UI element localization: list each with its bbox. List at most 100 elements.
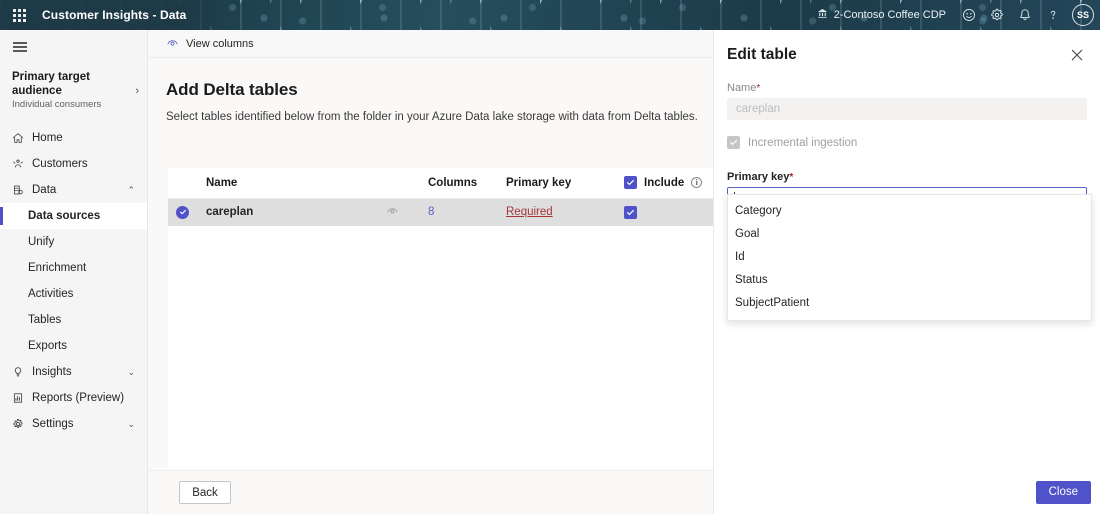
row-primary-key-cell: Required [506, 198, 624, 226]
database-icon [12, 184, 32, 196]
environment-icon [817, 8, 828, 22]
sidebar-item-insights[interactable]: Insights ⌄ [0, 359, 147, 385]
gear-icon [12, 418, 32, 430]
close-button[interactable]: Close [1035, 480, 1091, 504]
sidebar-nav: Home Customers Data ⌃ Data sources Unify [0, 125, 147, 437]
bell-icon[interactable] [1012, 2, 1038, 28]
row-primary-key-link[interactable]: Required [506, 206, 553, 218]
primary-key-label-text: Primary key [727, 171, 790, 183]
sidebar-item-label: Unify [28, 236, 55, 248]
sidebar-item-label: Home [32, 132, 63, 144]
row-include-cell [624, 198, 713, 226]
sidebar: Primary target audience Individual consu… [0, 30, 148, 514]
sidebar-item-enrichment[interactable]: Enrichment [0, 255, 147, 281]
view-columns-button[interactable]: View columns [166, 36, 254, 52]
sidebar-item-reports[interactable]: Reports (Preview) [0, 385, 147, 411]
incremental-ingestion-row: Incremental ingestion [727, 136, 1087, 149]
incremental-ingestion-label: Incremental ingestion [748, 136, 858, 149]
app-launcher-icon[interactable] [6, 0, 32, 30]
primary-key-option[interactable]: Status [728, 268, 1091, 291]
primary-key-label: Primary key* [727, 171, 1087, 183]
row-preview-cell [386, 198, 428, 226]
environment-picker[interactable]: 2-Contoso Coffee CDP [809, 2, 954, 28]
sidebar-item-label: Settings [32, 418, 74, 430]
page-header: Add Delta tables Select tables identifie… [148, 58, 713, 123]
row-name: careplan [206, 206, 254, 219]
people-icon [12, 158, 32, 170]
tables-card: Name Columns Primary key Include i carep… [168, 168, 713, 470]
sidebar-item-label: Enrichment [28, 262, 87, 274]
chevron-up-icon: ⌃ [127, 184, 135, 195]
primary-key-field: Primary key* Category Goal Id Status Sub… [727, 171, 1092, 321]
report-icon [12, 392, 32, 404]
chevron-down-icon: ⌄ [127, 418, 135, 429]
name-field-label: Name* [727, 82, 1087, 94]
header-primary-key[interactable]: Primary key [506, 168, 624, 199]
table-row[interactable]: careplan 8 Required [168, 198, 713, 226]
smiley-feedback-icon[interactable] [956, 2, 982, 28]
audience-subtitle: Individual consumers [12, 99, 102, 110]
sidebar-item-label: Data [32, 184, 57, 196]
header-columns[interactable]: Columns [428, 168, 506, 199]
row-selected-radio[interactable] [176, 205, 189, 219]
sidebar-item-label: Customers [32, 158, 88, 170]
grid-header: Name Columns Primary key Include i [168, 168, 713, 199]
question-mark-icon[interactable] [1040, 2, 1066, 28]
banner-left-group: Customer Insights - Data [0, 0, 233, 30]
sidebar-item-label: Exports [28, 340, 67, 352]
sidebar-item-customers[interactable]: Customers [0, 151, 147, 177]
include-header-group: Include i [624, 176, 713, 190]
lightbulb-icon [12, 366, 32, 378]
hamburger-menu-icon[interactable] [0, 30, 40, 64]
eye-icon [166, 36, 179, 52]
panel-header: Edit table [714, 30, 1100, 64]
app-root: Customer Insights - Data 2-Contoso Coffe… [0, 0, 1100, 514]
eye-icon[interactable] [386, 208, 399, 220]
sidebar-item-exports[interactable]: Exports [0, 333, 147, 359]
view-columns-label: View columns [186, 37, 254, 50]
primary-key-option[interactable]: SubjectPatient [728, 291, 1091, 314]
delta-tables-grid: Name Columns Primary key Include i carep… [168, 168, 713, 226]
panel-footer: Close [714, 470, 1100, 514]
header-preview-cell [386, 168, 428, 199]
sidebar-item-home[interactable]: Home [0, 125, 147, 151]
page-subtitle: Select tables identified below from the … [166, 111, 698, 123]
sidebar-item-settings[interactable]: Settings ⌄ [0, 411, 147, 437]
primary-key-option[interactable]: Category [728, 199, 1091, 222]
name-required-asterisk: * [756, 83, 761, 94]
info-icon[interactable]: i [691, 177, 703, 189]
include-select-all-checkbox[interactable] [624, 176, 637, 190]
header-name[interactable]: Name [206, 168, 386, 199]
close-icon[interactable] [1068, 46, 1086, 64]
chevron-right-icon: › [135, 84, 139, 97]
sidebar-item-unify[interactable]: Unify [0, 229, 147, 255]
back-button[interactable]: Back [179, 481, 231, 504]
sidebar-item-data[interactable]: Data ⌃ [0, 177, 147, 203]
app-title: Customer Insights - Data [42, 8, 187, 22]
top-banner: Customer Insights - Data 2-Contoso Coffe… [0, 0, 1100, 30]
row-include-checkbox[interactable] [624, 205, 637, 219]
sidebar-item-data-sources[interactable]: Data sources [0, 203, 147, 229]
sidebar-item-tables[interactable]: Tables [0, 307, 147, 333]
sidebar-item-activities[interactable]: Activities [0, 281, 147, 307]
primary-key-option[interactable]: Id [728, 245, 1091, 268]
banner-right-group: 2-Contoso Coffee CDP SS [809, 0, 1094, 30]
row-columns-link[interactable]: 8 [428, 206, 434, 218]
include-header-label: Include [644, 176, 685, 189]
name-label-text: Name [727, 82, 757, 94]
avatar[interactable]: SS [1072, 4, 1094, 26]
main-content: View columns Add Delta tables Select tab… [148, 30, 713, 514]
gear-icon[interactable] [984, 2, 1010, 28]
audience-title: Primary target audience [12, 71, 90, 97]
primary-key-listbox[interactable]: Category Goal Id Status SubjectPatient [727, 194, 1092, 321]
sidebar-item-label: Activities [28, 288, 74, 300]
page-title: Add Delta tables [166, 80, 298, 99]
grid-body: careplan 8 Required [168, 198, 713, 226]
primary-key-required-asterisk: * [789, 172, 794, 183]
audience-switcher[interactable]: Primary target audience Individual consu… [0, 64, 147, 121]
command-bar: View columns [148, 30, 713, 58]
name-input: careplan [727, 98, 1087, 120]
primary-key-option[interactable]: Goal [728, 222, 1091, 245]
row-columns-cell: 8 [428, 198, 506, 226]
audience-text: Primary target audience Individual consu… [12, 70, 131, 111]
